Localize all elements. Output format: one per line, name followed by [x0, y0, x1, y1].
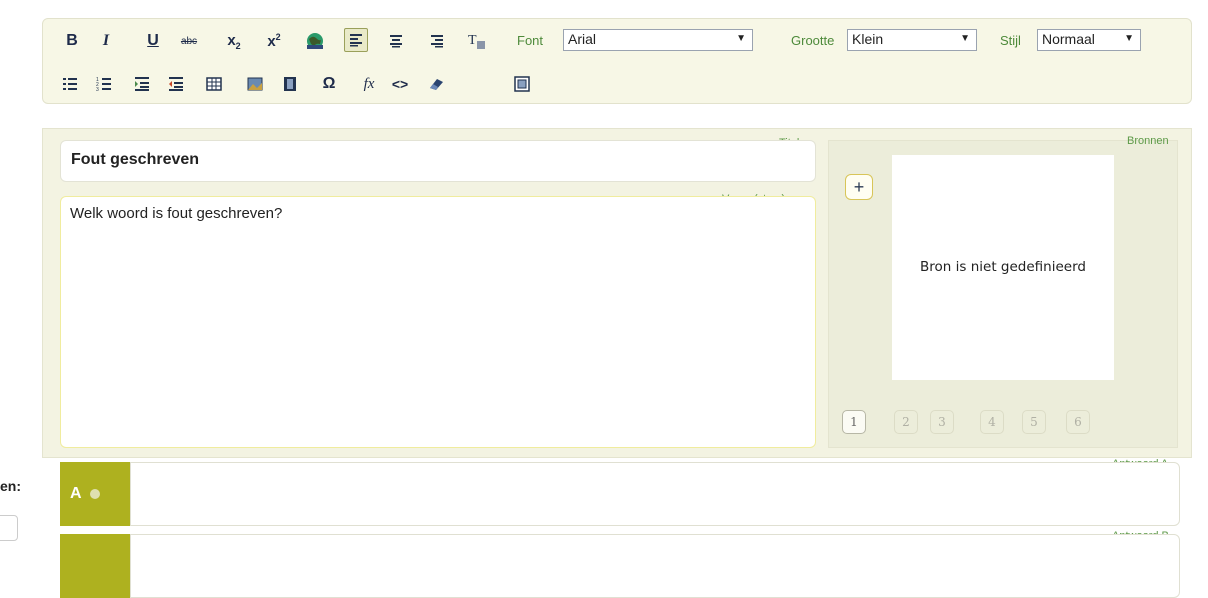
answer-a-field[interactable]	[130, 462, 1180, 526]
source-page-label: 6	[1074, 415, 1082, 429]
source-preview: Bron is niet gedefinieerd	[892, 155, 1114, 380]
numbered-list-button[interactable]: 123	[93, 73, 115, 95]
image-icon	[247, 77, 263, 91]
svg-text:3: 3	[96, 87, 99, 92]
clear-format-button[interactable]: T	[466, 30, 488, 52]
clear-format-icon: T	[468, 33, 485, 49]
answer-a-letter[interactable]: A	[60, 462, 130, 526]
font-value: Arial	[568, 31, 597, 47]
subscript-icon: x2	[227, 31, 241, 51]
source-page-label: 3	[938, 415, 946, 429]
bullet-list-icon	[63, 78, 77, 90]
align-left-icon	[350, 34, 362, 47]
strikethrough-icon: abc	[180, 35, 198, 47]
style-select[interactable]: Normaal ▼	[1037, 29, 1141, 51]
source-page-4[interactable]: 4	[980, 410, 1004, 434]
align-center-icon	[390, 35, 402, 48]
align-left-button[interactable]	[344, 28, 368, 52]
align-right-icon	[431, 35, 443, 48]
answers-side-label: en:	[0, 478, 21, 494]
indent-button[interactable]	[131, 73, 153, 95]
add-source-button[interactable]: +	[845, 174, 873, 200]
bold-icon: B	[66, 32, 78, 49]
outdent-icon	[169, 77, 183, 91]
superscript-icon: x2	[267, 32, 281, 50]
chevron-down-icon: ▼	[736, 33, 746, 44]
superscript-button[interactable]: x2	[263, 30, 285, 52]
bold-button[interactable]: B	[61, 30, 83, 52]
question-stem-value: Welk woord is fout geschreven?	[70, 205, 283, 222]
side-input[interactable]	[0, 515, 18, 541]
style-label: Stijl	[1000, 33, 1021, 48]
table-button[interactable]	[203, 73, 225, 95]
answer-b-letter[interactable]	[60, 534, 130, 598]
source-page-label: 2	[902, 415, 910, 429]
image-button[interactable]	[244, 73, 266, 95]
source-page-3[interactable]: 3	[930, 410, 954, 434]
bullet-list-button[interactable]	[59, 73, 81, 95]
special-char-button[interactable]: Ω	[318, 73, 340, 95]
spellcheck-button[interactable]	[304, 30, 326, 52]
eraser-icon	[430, 79, 443, 90]
plus-icon: +	[853, 176, 865, 197]
table-icon	[206, 77, 222, 91]
source-page-5[interactable]: 5	[1022, 410, 1046, 434]
correct-answer-radio-icon[interactable]	[89, 489, 100, 499]
media-button[interactable]	[279, 73, 301, 95]
source-page-6[interactable]: 6	[1066, 410, 1090, 434]
style-value: Normaal	[1042, 31, 1095, 47]
size-select[interactable]: Klein ▼	[847, 29, 977, 51]
question-stem-field[interactable]: Welk woord is fout geschreven?	[60, 196, 816, 448]
chevron-down-icon: ▼	[1124, 33, 1134, 44]
globe-icon	[307, 33, 323, 49]
svg-text:T: T	[468, 33, 477, 48]
fullscreen-button[interactable]	[511, 73, 533, 95]
sources-label: Bronnen	[1127, 135, 1169, 147]
eraser-button[interactable]	[425, 73, 447, 95]
align-right-button[interactable]	[426, 30, 448, 52]
source-page-label: 1	[850, 415, 858, 429]
outdent-button[interactable]	[165, 73, 187, 95]
code-icon: <>	[391, 76, 409, 92]
source-code-button[interactable]: <>	[389, 73, 411, 95]
answer-b-field[interactable]	[130, 534, 1180, 598]
source-page-1[interactable]: 1	[842, 410, 866, 434]
formula-button[interactable]: fx	[358, 73, 380, 95]
underline-button[interactable]: U	[142, 30, 164, 52]
source-page-2[interactable]: 2	[894, 410, 918, 434]
font-select[interactable]: Arial ▼	[563, 29, 753, 51]
answer-row-b	[60, 534, 1182, 598]
source-page-label: 4	[988, 415, 996, 429]
size-label: Grootte	[791, 33, 835, 48]
film-icon	[284, 77, 296, 91]
strikethrough-button[interactable]: abc	[178, 30, 200, 52]
numbered-list-icon: 123	[96, 77, 111, 92]
align-center-button[interactable]	[385, 30, 407, 52]
subscript-button[interactable]: x2	[223, 30, 245, 52]
answer-row-a: A	[60, 462, 1182, 526]
chevron-down-icon: ▼	[960, 33, 970, 44]
function-icon: fx	[363, 75, 375, 92]
font-label: Font	[517, 33, 544, 48]
omega-icon: Ω	[322, 75, 336, 92]
title-value: Fout geschreven	[71, 151, 200, 168]
italic-icon: I	[102, 32, 110, 49]
indent-icon	[135, 77, 149, 91]
source-empty-text: Bron is niet gedefinieerd	[920, 259, 1086, 275]
title-field[interactable]: Fout geschreven	[60, 140, 816, 182]
answer-letter: A	[70, 485, 82, 502]
maximize-icon	[514, 76, 530, 92]
editor-toolbar: B I U abc x2 x2 T Font Arial ▼ Grootte K…	[42, 18, 1192, 104]
italic-button[interactable]: I	[95, 30, 117, 52]
underline-icon: U	[147, 32, 159, 49]
source-page-label: 5	[1030, 415, 1038, 429]
size-value: Klein	[852, 31, 884, 47]
